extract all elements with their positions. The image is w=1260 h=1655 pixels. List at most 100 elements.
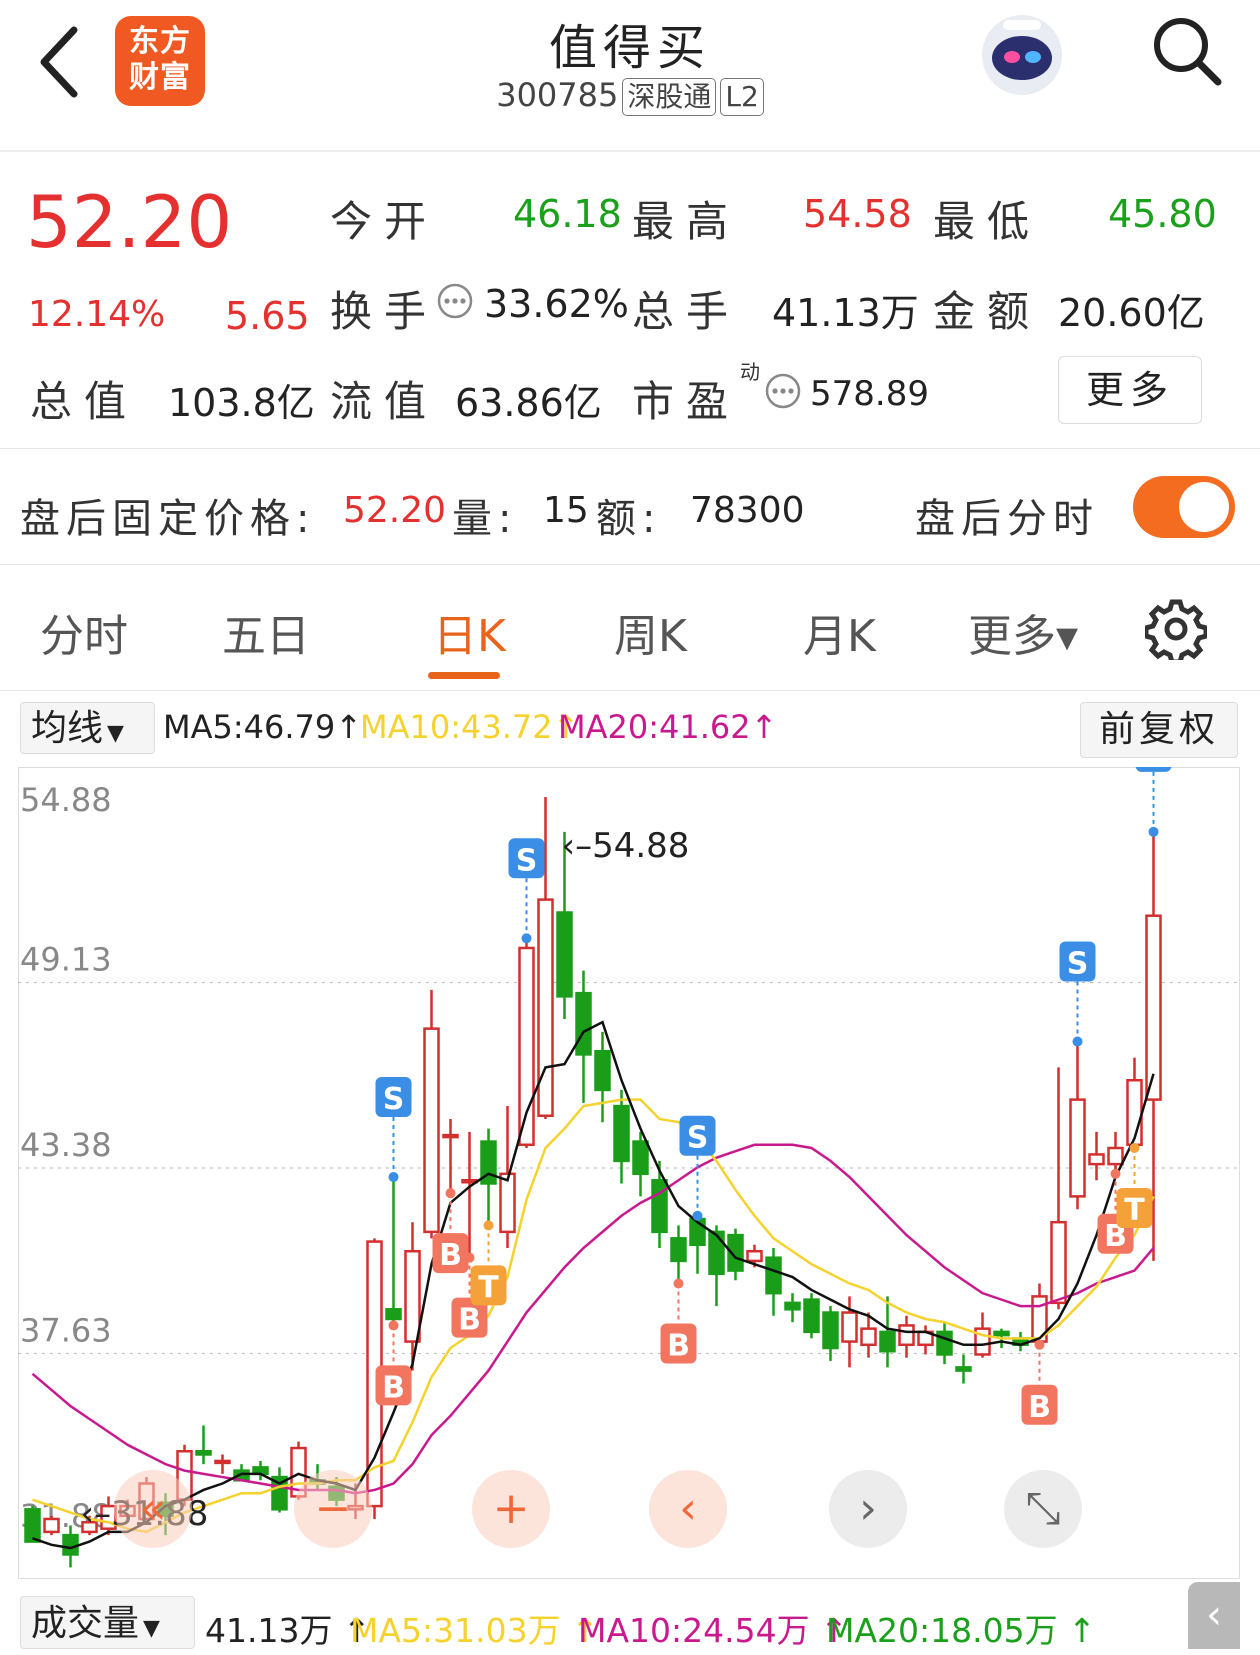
l2-tag[interactable]: L2 bbox=[720, 78, 764, 116]
candle-body bbox=[594, 1049, 611, 1092]
vol-ma10-readout: MA10:24.54万 ↑ bbox=[578, 1611, 848, 1650]
candle-body bbox=[613, 1104, 630, 1163]
vol-text: 41.13万 bbox=[205, 1611, 333, 1650]
collapse-panel-button[interactable]: ‹ bbox=[1188, 1582, 1240, 1649]
tab-more[interactable]: 更多▾ bbox=[968, 600, 1078, 664]
signal-dot bbox=[1129, 1142, 1140, 1153]
back-arrow-icon[interactable] bbox=[30, 22, 90, 102]
logo-line2: 财富 bbox=[129, 60, 191, 95]
app-logo[interactable]: 东方 财富 bbox=[115, 16, 205, 106]
signal-dot bbox=[1072, 1036, 1083, 1047]
signal-B-label: B bbox=[439, 1238, 462, 1273]
candle-body bbox=[955, 1366, 972, 1372]
signal-S-label: S bbox=[383, 1082, 405, 1117]
tab-weekly-k[interactable]: 周K bbox=[614, 600, 687, 664]
next-button[interactable]: › bbox=[829, 1470, 907, 1548]
candle-body bbox=[936, 1330, 953, 1356]
signal-B-label: B bbox=[1028, 1390, 1051, 1425]
expand-button[interactable]: ⤡ bbox=[1004, 1470, 1082, 1548]
quote-divider bbox=[0, 448, 1260, 449]
candle-body bbox=[1050, 1220, 1067, 1305]
toggle-knob bbox=[1179, 482, 1229, 532]
kline-chart[interactable]: 54.8849.1343.3837.6331.88‹–54.88‹–31.88S… bbox=[18, 731, 1240, 1579]
open-value: 46.18 bbox=[513, 192, 622, 236]
candle-body bbox=[442, 1133, 459, 1139]
up-arrow-icon: ↑ bbox=[750, 708, 778, 746]
zoom-in-icon: + bbox=[493, 1483, 530, 1534]
candle-body bbox=[746, 1249, 763, 1263]
candle-body bbox=[765, 1256, 782, 1295]
pe-label: 市盈 bbox=[632, 377, 741, 426]
prev-button[interactable]: ‹ bbox=[649, 1470, 727, 1548]
expand-icon: ⤡ bbox=[1025, 1483, 1060, 1534]
tab-daily-k[interactable]: 日K bbox=[433, 600, 506, 664]
candle-body bbox=[860, 1327, 877, 1347]
tab-monthly-k[interactable]: 月K bbox=[803, 600, 876, 664]
volume-selector[interactable]: 成交量 ▼ bbox=[20, 1596, 195, 1649]
header-divider bbox=[0, 150, 1260, 152]
candle-body bbox=[195, 1450, 212, 1456]
candle-body bbox=[43, 1517, 60, 1534]
volume-selector-label: 成交量 bbox=[31, 1603, 140, 1644]
last-price: 52.20 bbox=[26, 180, 233, 264]
after-hours-amt-label: 额: bbox=[596, 496, 662, 542]
prev-icon: ‹ bbox=[679, 1483, 697, 1534]
signal-dot bbox=[521, 933, 532, 944]
stock-code-line: 300785 深股通 L2 bbox=[430, 76, 830, 116]
signal-dot bbox=[388, 1172, 399, 1183]
candle-body bbox=[1145, 914, 1162, 1101]
y-tick-label: 37.63 bbox=[20, 1312, 112, 1350]
up-arrow-icon: ↑ bbox=[335, 708, 363, 746]
sgt-tag: 深股通 bbox=[622, 78, 717, 116]
fast-back-button[interactable]: « bbox=[114, 1470, 192, 1548]
vol-readout: 41.13万 ↑ bbox=[205, 1611, 371, 1650]
candle-body bbox=[385, 1308, 402, 1321]
turnover-info-icon[interactable] bbox=[436, 282, 474, 324]
pe-dynamic-sup: 动 bbox=[740, 360, 760, 384]
candle-body bbox=[803, 1298, 820, 1334]
after-hours-toggle-label: 盘后分时 bbox=[915, 496, 1099, 542]
gear-icon[interactable] bbox=[1143, 598, 1209, 665]
zoom-in-button[interactable]: + bbox=[472, 1470, 550, 1548]
fast-back-icon: « bbox=[140, 1483, 167, 1534]
candle-body bbox=[62, 1533, 79, 1556]
search-icon[interactable] bbox=[1148, 12, 1228, 92]
zoom-out-button[interactable]: − bbox=[294, 1470, 372, 1548]
candle-body bbox=[784, 1301, 801, 1311]
candle-body bbox=[651, 1179, 668, 1234]
ma-selector[interactable]: 均线 ▼ bbox=[20, 702, 155, 754]
ma20-text: MA20:41.62 bbox=[558, 708, 751, 746]
candle-body bbox=[404, 1249, 421, 1343]
candle-body bbox=[898, 1324, 915, 1347]
vol-ma20-text: MA20:18.05万 bbox=[826, 1611, 1058, 1650]
candle-body bbox=[993, 1330, 1010, 1337]
volume-label: 总手 bbox=[632, 287, 741, 336]
more-quote-button[interactable]: 更多 bbox=[1058, 356, 1202, 424]
signal-dot bbox=[673, 1278, 684, 1289]
signal-T-label: T bbox=[1124, 1193, 1145, 1228]
candle-body bbox=[670, 1237, 687, 1263]
signal-dot bbox=[483, 1220, 494, 1231]
after-hours-vol: 15 bbox=[543, 490, 589, 531]
next-icon: › bbox=[859, 1483, 877, 1534]
max-price-label: ‹–54.88 bbox=[562, 826, 690, 866]
vol-ma10-text: MA10:24.54万 bbox=[578, 1611, 810, 1650]
tab-five-day[interactable]: 五日 bbox=[222, 600, 310, 664]
after-hours-toggle[interactable] bbox=[1133, 476, 1235, 538]
signal-dot bbox=[445, 1188, 456, 1199]
signal-dot bbox=[1034, 1339, 1045, 1350]
robot-assistant-icon[interactable] bbox=[975, 10, 1070, 100]
kline-svg[interactable]: 54.8849.1343.3837.6331.88‹–54.88‹–31.88S… bbox=[18, 731, 1240, 1579]
vol-ma20-readout: MA20:18.05万 ↑ bbox=[826, 1611, 1096, 1650]
ma20-readout: MA20:41.62↑ bbox=[558, 708, 777, 746]
ma10-line bbox=[32, 1098, 1155, 1534]
signal-dot bbox=[464, 1252, 475, 1263]
signal-dot bbox=[388, 1320, 399, 1331]
signal-B-label: B bbox=[382, 1370, 405, 1405]
pe-info-icon[interactable] bbox=[764, 372, 802, 414]
vol-ma5-text: MA5:31.03万 bbox=[350, 1611, 561, 1650]
adjust-mode-button[interactable]: 前复权 bbox=[1080, 702, 1238, 758]
tab-intraday[interactable]: 分时 bbox=[40, 600, 128, 664]
signal-S-label: S bbox=[516, 843, 538, 878]
candle-body bbox=[879, 1330, 896, 1353]
